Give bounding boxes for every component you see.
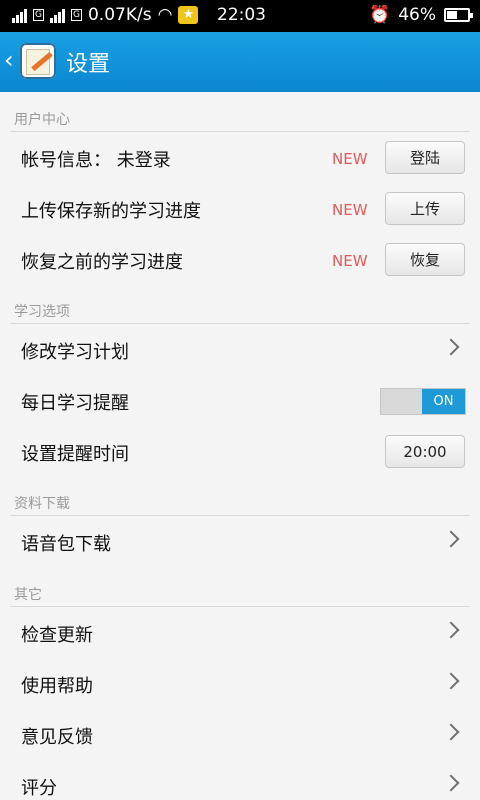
chevron-right-icon <box>442 774 460 792</box>
login-button[interactable]: 登陆 <box>385 141 465 174</box>
help-label: 使用帮助 <box>21 676 93 697</box>
app-icon[interactable] <box>20 43 56 79</box>
new-badge: NEW <box>332 150 368 168</box>
status-time: 22:03 <box>217 5 266 25</box>
chevron-right-icon <box>442 530 460 548</box>
row-account-info: 帐号信息： 未登录 NEW 登陆 <box>0 132 480 183</box>
status-left: G G 0.07K/s ◠ ★ <box>12 5 199 25</box>
row-feedback[interactable]: 意见反馈 <box>0 709 480 760</box>
section-header-other: 其它 <box>0 571 480 607</box>
chevron-right-icon <box>442 338 460 356</box>
chevron-right-icon <box>442 723 460 741</box>
battery-icon <box>444 8 473 22</box>
status-bar: G G 0.07K/s ◠ ★ 22:03 ⏰ 46% <box>0 0 480 32</box>
signal-2-icon <box>49 7 65 23</box>
check-update-label: 检查更新 <box>21 625 93 646</box>
row-voice-pack[interactable]: 语音包下载 <box>0 516 480 567</box>
signal-icon <box>12 7 27 23</box>
new-badge: NEW <box>332 252 368 270</box>
modify-plan-label: 修改学习计划 <box>21 342 129 363</box>
back-icon[interactable]: ‹ <box>4 46 14 74</box>
notification-icon: ★ <box>178 6 199 24</box>
section-header-label: 其它 <box>14 587 42 603</box>
restore-button[interactable]: 恢复 <box>385 243 465 276</box>
section-header-user-center: 用户中心 <box>0 96 480 132</box>
section-header-downloads: 资料下载 <box>0 480 480 516</box>
account-info-label: 帐号信息： 未登录 <box>21 150 171 171</box>
voice-pack-label: 语音包下载 <box>21 534 111 555</box>
battery-percent: 46% <box>398 5 436 25</box>
upload-progress-label: 上传保存新的学习进度 <box>21 201 201 222</box>
row-reminder-time: 设置提醒时间 20:00 <box>0 426 480 477</box>
page-title: 设置 <box>66 52 111 77</box>
sim-2-icon: G <box>70 9 82 21</box>
row-daily-reminder: 每日学习提醒 ON <box>0 375 480 426</box>
section-header-label: 学习选项 <box>14 304 70 320</box>
section-header-label: 资料下载 <box>14 496 70 512</box>
section-header-study-options: 学习选项 <box>0 288 480 324</box>
row-modify-plan[interactable]: 修改学习计划 <box>0 324 480 375</box>
row-check-update[interactable]: 检查更新 <box>0 607 480 658</box>
sim-icon: G <box>33 9 44 21</box>
alarm-icon: ⏰ <box>369 5 391 25</box>
battery-level <box>447 11 458 19</box>
title-bar: ‹ 设置 <box>0 32 480 92</box>
reminder-time-button[interactable]: 20:00 <box>385 435 465 468</box>
network-speed: 0.07K/s <box>87 5 152 25</box>
feedback-label: 意见反馈 <box>21 727 93 748</box>
status-right: ⏰ 46% <box>369 5 473 25</box>
restore-progress-label: 恢复之前的学习进度 <box>21 252 183 273</box>
row-upload-progress: 上传保存新的学习进度 NEW 上传 <box>0 183 480 234</box>
daily-reminder-label: 每日学习提醒 <box>21 393 129 414</box>
upload-button[interactable]: 上传 <box>385 192 465 225</box>
rate-label: 评分 <box>21 778 57 799</box>
chevron-right-icon <box>442 672 460 690</box>
new-badge: NEW <box>332 201 368 219</box>
wifi-icon: ◠ <box>157 5 173 25</box>
section-header-label: 用户中心 <box>14 112 70 128</box>
reminder-time-label: 设置提醒时间 <box>21 444 129 465</box>
row-help[interactable]: 使用帮助 <box>0 658 480 709</box>
row-rate[interactable]: 评分 <box>0 760 480 800</box>
chevron-right-icon <box>442 621 460 639</box>
row-restore-progress: 恢复之前的学习进度 NEW 恢复 <box>0 234 480 285</box>
toggle-on-label: ON <box>422 389 465 414</box>
daily-reminder-toggle[interactable]: ON <box>380 388 466 415</box>
